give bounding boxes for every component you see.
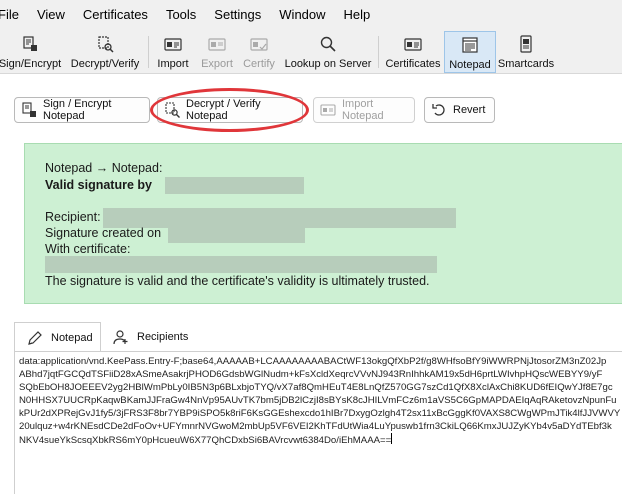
signature-created-label: Signature created on [45,226,162,240]
decrypt-verify-icon [96,35,114,53]
lookup-on-server-button[interactable]: Lookup on Server [284,31,372,73]
decrypt-verify-icon [164,102,180,118]
main-toolbar: Sign/Encrypt Decrypt/Verify Import Expor… [0,30,622,74]
decrypt-verify-notepad-button[interactable]: Decrypt / Verify Notepad [157,97,303,123]
recipient-label: Recipient: [45,210,101,224]
smartcard-icon [517,35,535,53]
sign-encrypt-icon [21,102,37,118]
certify-button[interactable]: Certify [241,31,277,73]
notepad-line: NKV4sueYkScsqXbkRS6mY0pHcueuW6X77QhCDxbS… [19,435,392,447]
import-notepad-label: Import Notepad [342,98,384,122]
text-caret [391,433,393,445]
sign-encrypt-notepad-button[interactable]: Sign / Encrypt Notepad [14,97,150,123]
tab-bar: Notepad Recipients [14,322,191,352]
notepad-button[interactable]: Notepad [444,31,496,73]
redacted-certificate [45,256,437,273]
revert-icon [431,102,447,118]
menu-tools[interactable]: Tools [158,0,206,30]
export-icon [208,35,226,53]
lookup-on-server-label: Lookup on Server [284,58,372,70]
sign-encrypt-icon [21,35,39,53]
tab-recipients-label: Recipients [137,331,189,343]
notepad-label: Notepad [449,59,491,71]
notepad-line: kPUr2dXPRejGvJ1fy5/3jFRS3F8br7YBP9iSPO5k… [19,407,621,419]
import-icon [320,102,336,118]
toolbar-separator [148,36,149,68]
export-button[interactable]: Export [198,31,236,73]
decrypt-verify-label: Decrypt/Verify [70,58,140,70]
notepad-line: data:application/vnd.KeePass.Entry-F;bas… [19,356,607,367]
notepad-text[interactable]: data:application/vnd.KeePass.Entry-F;bas… [19,356,622,448]
sign-encrypt-label: Sign/Encrypt [0,58,62,70]
certificates-label: Certificates [385,58,441,70]
notepad-line: ABhd7jqtFGCQdTSFiiD28xASmeAsakrjPHOD6Gds… [19,368,603,380]
pen-icon [27,330,43,346]
smartcards-button[interactable]: Smartcards [498,31,554,73]
import-notepad-button[interactable]: Import Notepad [313,97,415,123]
certify-icon [250,35,268,53]
certificates-button[interactable]: Certificates [385,31,441,73]
notepad-line-last: NKV4sueYkScsqXbkRS6mY0pHcueuW6X77QhCDxbS… [19,433,622,448]
menu-view[interactable]: View [29,0,75,30]
menu-file[interactable]: File [0,0,29,30]
magnifier-icon [319,35,337,53]
certificates-icon [404,35,422,53]
redacted-date [168,226,305,243]
certificate-label: With certificate: [45,242,131,256]
sign-encrypt-notepad-label: Sign / Encrypt Notepad [43,98,112,122]
tab-notepad-label: Notepad [51,331,93,344]
trust-message: The signature is valid and the certifica… [45,274,430,288]
notepad-icon [461,36,479,54]
menu-help[interactable]: Help [336,0,381,30]
menu-settings[interactable]: Settings [206,0,271,30]
toolbar-separator [378,36,379,68]
import-icon [164,35,182,53]
decrypt-verify-notepad-label: Decrypt / Verify Notepad [186,98,261,122]
add-person-icon [113,329,129,345]
signature-status: Valid signature by [45,178,152,192]
smartcards-label: Smartcards [497,58,555,70]
result-header: Notepad → Notepad: [45,161,163,175]
redacted-recipient [103,208,456,228]
revert-button[interactable]: Revert [424,97,495,123]
notepad-line: N0HHSX7UUCRpKaqwBKamJJFraGw4NnVp95AUvTK7… [19,394,617,406]
certify-label: Certify [243,58,275,70]
tab-recipients[interactable]: Recipients [101,322,191,352]
export-label: Export [201,58,233,70]
verification-result-panel: Notepad → Notepad: Valid signature by Re… [24,143,622,304]
sign-encrypt-button[interactable]: Sign/Encrypt [0,31,62,73]
menu-window[interactable]: Window [271,0,335,30]
import-label: Import [157,58,189,70]
menu-certificates[interactable]: Certificates [75,0,158,30]
menu-bar: File View Certificates Tools Settings Wi… [0,0,622,30]
import-button[interactable]: Import [154,31,192,73]
decrypt-verify-button[interactable]: Decrypt/Verify [70,31,140,73]
notepad-line: 20ulquz+w4rKNEsdCDe2dFoOv+UFYmnrNVGwoM2m… [19,420,612,432]
tab-notepad[interactable]: Notepad [14,322,101,352]
revert-label: Revert [453,104,486,116]
notepad-line: SQbEbOH8JOEEEV2yg2HBlWmPbLy0IB5N3p6BLxbj… [19,381,613,393]
redacted-signer [165,177,304,194]
